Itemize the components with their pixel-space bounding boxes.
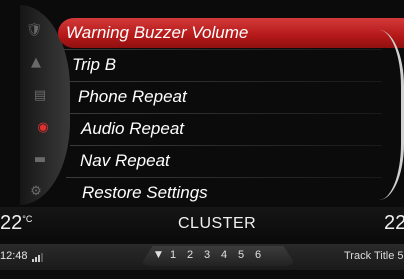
track-title: Track Title 5 xyxy=(344,250,404,262)
menu-item-label: Trip B xyxy=(72,55,117,74)
temp-left[interactable]: 22°C xyxy=(0,212,32,235)
preset-4[interactable]: 4 xyxy=(221,249,227,261)
preset-2[interactable]: 2 xyxy=(187,249,193,261)
page-title: CLUSTER xyxy=(178,215,257,232)
temp-right[interactable]: 22 xyxy=(384,212,404,235)
menu-item-label: Phone Repeat xyxy=(78,87,187,106)
menu-item-label: Nav Repeat xyxy=(80,151,170,170)
gear-icon[interactable]: ⚙ xyxy=(26,181,46,201)
menu-item-trip-b[interactable]: Trip B xyxy=(64,50,384,80)
menu-item-warning-buzzer-volume[interactable]: Warning Buzzer Volume xyxy=(58,18,404,48)
fuel-icon[interactable]: ▤ xyxy=(30,85,50,105)
menu-item-nav-repeat[interactable]: Nav Repeat xyxy=(72,146,382,176)
preset-1[interactable]: 1 xyxy=(170,249,176,261)
preset-bar xyxy=(140,246,296,266)
bezel-edge xyxy=(404,0,412,279)
battery-icon[interactable]: ▬ xyxy=(30,149,50,169)
menu-item-label: Restore Settings xyxy=(82,183,208,202)
signal-icon xyxy=(32,252,46,262)
steering-icon[interactable]: ◉ xyxy=(33,117,53,137)
preset-6[interactable]: 6 xyxy=(255,249,261,261)
preset-3[interactable]: 3 xyxy=(204,249,210,261)
shield-icon[interactable]: 🛡︎ xyxy=(24,20,44,40)
menu-item-label: Warning Buzzer Volume xyxy=(66,23,249,42)
clock: 12:48 xyxy=(0,250,28,262)
menu-item-phone-repeat[interactable]: Phone Repeat xyxy=(70,82,382,112)
menu-item-restore-settings[interactable]: Restore Settings xyxy=(74,178,382,208)
preset-arrow-icon[interactable]: ▼ xyxy=(155,250,162,260)
scroll-bracket xyxy=(379,30,404,200)
display-screen: 🛡︎ ▲ ▤ ◉ ▬ ⚙ Warning Buzzer Volume Trip … xyxy=(0,0,404,279)
menu-item-audio-repeat[interactable]: Audio Repeat xyxy=(73,114,382,144)
preset-5[interactable]: 5 xyxy=(238,249,244,261)
menu-item-label: Audio Repeat xyxy=(81,119,185,138)
warning-icon[interactable]: ▲ xyxy=(26,52,46,72)
